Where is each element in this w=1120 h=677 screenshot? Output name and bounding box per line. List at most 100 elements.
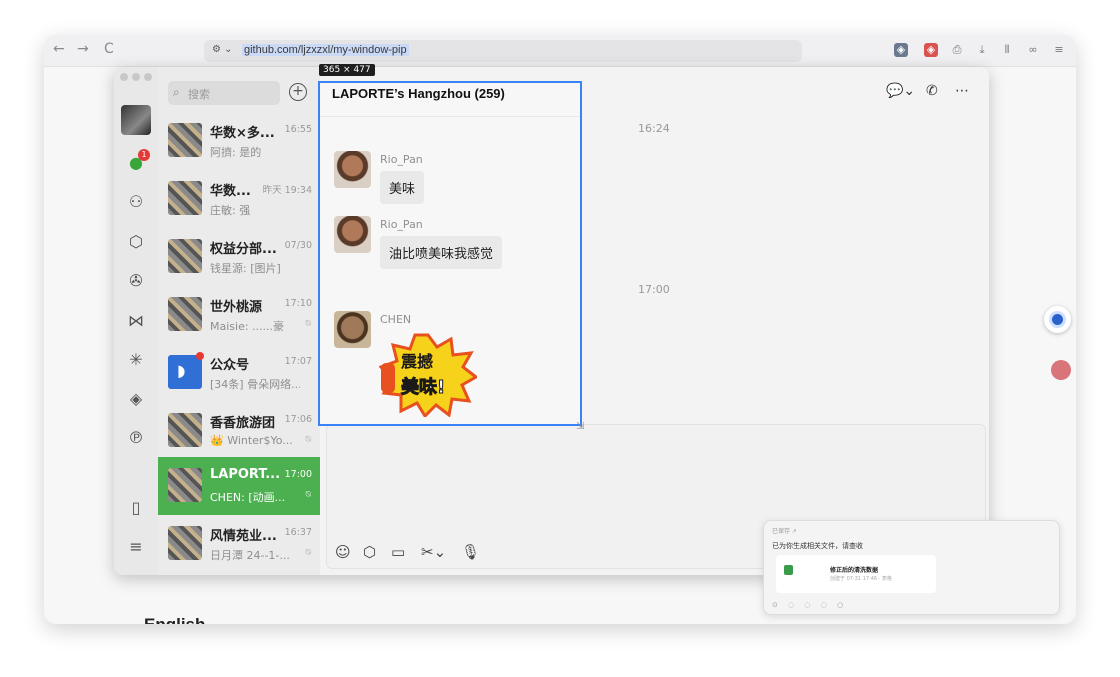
chat-time: 07/30 <box>284 240 312 251</box>
chat-time: 17:10 <box>284 298 312 309</box>
sticker-text: 震撼 <box>400 352 433 371</box>
call-icon[interactable]: ✆ <box>926 83 938 99</box>
chat-preview: 庄敏: 强 <box>210 204 251 217</box>
left-rail: ● 1 ⚇ ⬡ ✇ ⋈ ✳ ◈ ℗ ▯ ≡ <box>114 67 158 575</box>
chat-time: 17:00 <box>284 469 312 480</box>
folder-icon[interactable]: ▭ <box>391 543 405 561</box>
chat-avatar <box>168 468 202 502</box>
time-divider: 16:24 <box>638 122 670 135</box>
chat-avatar <box>168 526 202 560</box>
time-divider: 17:00 <box>638 283 670 296</box>
site-icon[interactable]: ⚙ ⌄ <box>212 44 233 55</box>
forward-icon[interactable]: → <box>77 41 89 57</box>
file-card[interactable]: 修正后的清洗数据 创建于 07-31 17:46 · 表格 <box>776 555 936 593</box>
address-bar[interactable]: ⚙ ⌄ github.com/ljzxzxl/my-window-pip <box>204 40 802 62</box>
notification-actions[interactable]: ⊙ ◌ ◌ ◌ ○ <box>772 601 847 609</box>
chat-time: 16:55 <box>284 124 312 135</box>
search-icon: ⌕ <box>173 85 180 99</box>
microphone-icon[interactable]: 🎙 <box>461 543 480 561</box>
spark-icon[interactable]: ✳ <box>126 350 146 370</box>
add-button[interactable]: + <box>289 83 307 101</box>
chat-name: LAPORT... <box>210 467 280 482</box>
share-icon[interactable]: ⎙ <box>950 43 964 57</box>
extension-red-icon[interactable]: ◈ <box>924 43 938 57</box>
menu-icon[interactable]: ≡ <box>1052 43 1066 57</box>
avatar[interactable] <box>334 216 371 253</box>
chat-item[interactable]: 权益分部... 07/30 钱星源: [图片] <box>158 228 320 286</box>
chat-preview: [34条] 骨朵网络... <box>210 378 300 391</box>
pip-window[interactable]: LAPORTE’s Hangzhou (259) Rio_Pan 美味 Rio_… <box>318 81 582 426</box>
diamond-icon[interactable]: ◈ <box>126 389 146 409</box>
chat-item[interactable]: 香香旅游团 17:06 👑 Winter$Yo... ⍉ <box>158 402 320 460</box>
chat-time: 16:37 <box>284 527 312 538</box>
more-icon[interactable]: ⋯ <box>955 83 969 99</box>
avatar[interactable] <box>334 311 371 348</box>
zoom-dot[interactable] <box>144 73 152 81</box>
chat-avatar <box>168 123 202 157</box>
moments-icon[interactable]: ✇ <box>126 271 146 291</box>
chat-item[interactable]: 公众号 17:07 [34条] 骨朵网络... <box>158 344 320 402</box>
chat-item[interactable]: 世外桃源 17:10 Maisie: ......豪 ⍉ <box>158 286 320 344</box>
contacts-icon[interactable]: ⚇ <box>126 192 146 212</box>
message-bubble[interactable]: 油比喷美味我感觉 <box>380 236 503 269</box>
chat-info-icon[interactable]: 💬⌄ <box>886 83 915 99</box>
chat-item[interactable]: 华数×多... 16:55 阿擠: 是的 <box>158 112 320 170</box>
search-input[interactable]: ⌕ 搜索 <box>168 81 280 105</box>
unread-badge: 1 <box>138 149 150 161</box>
back-icon[interactable]: ← <box>53 41 65 57</box>
extension-icon[interactable]: ◈ <box>894 43 908 57</box>
translate-float-button[interactable] <box>1051 360 1071 380</box>
avatar[interactable] <box>334 151 371 188</box>
chat-list: ⌕ 搜索 + 华数×多... 16:55 阿擠: 是的 华数... 昨天 19:… <box>158 67 320 575</box>
scissors-icon[interactable]: ✂⌄ <box>421 543 446 561</box>
unread-dot <box>196 352 204 360</box>
box-icon[interactable]: ⬡ <box>126 232 146 252</box>
phone-icon[interactable]: ▯ <box>126 498 146 518</box>
channels-icon[interactable]: ⋈ <box>126 311 146 331</box>
chat-item-active[interactable]: LAPORT... 17:00 CHEN: [动画... ⍉ <box>158 457 320 515</box>
chat-name: 华数×多... <box>210 126 275 141</box>
divider <box>320 116 580 117</box>
chat-preview: Maisie: ......豪 <box>210 320 285 333</box>
chat-item[interactable]: 华数... 昨天 19:34 庄敏: 强 <box>158 170 320 228</box>
url-text: github.com/ljzxzxl/my-window-pip <box>242 44 409 56</box>
chat-preview: CHEN: [动画... <box>210 491 286 504</box>
library-icon[interactable]: ⫴ <box>1000 43 1014 57</box>
minimize-dot[interactable] <box>132 73 140 81</box>
settings-menu-icon[interactable]: ≡ <box>126 537 146 557</box>
sticker-image[interactable]: 震撼 美味! <box>378 333 479 419</box>
assistant-float-button[interactable] <box>1044 306 1071 333</box>
sender-name: Rio_Pan <box>380 153 423 166</box>
chat-preview: 阿擠: 是的 <box>210 146 262 159</box>
chat-name: 世外桃源 <box>210 300 263 315</box>
emoji-icon[interactable]: ☺ <box>335 543 351 561</box>
infinity-icon[interactable]: ∞ <box>1026 43 1040 57</box>
chat-name: 风情苑业... <box>210 529 277 544</box>
chat-time: 17:06 <box>284 414 312 425</box>
pip-title: LAPORTE’s Hangzhou (259) <box>332 86 505 101</box>
file-meta: 创建于 07-31 17:46 · 表格 <box>830 576 892 582</box>
resize-handle-icon[interactable]: ⇲ <box>576 421 584 432</box>
notification-text: 已为你生成相关文件，请查收 <box>772 542 863 550</box>
message-bubble[interactable]: 美味 <box>380 171 425 204</box>
chat-name: 公众号 <box>210 358 250 373</box>
notification-card[interactable]: 已保存 ↗ 已为你生成相关文件，请查收 修正后的清洗数据 创建于 07-31 1… <box>763 520 1060 615</box>
download-icon[interactable]: ⤓ <box>975 43 989 57</box>
search-placeholder: 搜索 <box>188 88 210 101</box>
mute-icon: ⍉ <box>305 319 311 329</box>
mute-icon: ⍉ <box>305 548 311 558</box>
avatar[interactable] <box>121 105 151 135</box>
sticker-icon[interactable]: ⬡ <box>363 543 376 561</box>
sender-name: Rio_Pan <box>380 218 423 231</box>
chat-avatar <box>168 413 202 447</box>
section-heading: English <box>144 615 205 624</box>
miniprogram-icon[interactable]: ℗ <box>126 428 146 448</box>
chat-time: 昨天 19:34 <box>262 185 312 196</box>
chat-avatar <box>168 297 202 331</box>
close-dot[interactable] <box>120 73 128 81</box>
chat-avatar <box>168 181 202 215</box>
sticker-text: 美味! <box>401 376 445 398</box>
reload-icon[interactable]: C <box>104 41 114 57</box>
notification-header: 已保存 ↗ <box>772 528 797 535</box>
chat-item[interactable]: 风情苑业... 16:37 日月潭 24--1-... ⍉ <box>158 515 320 573</box>
